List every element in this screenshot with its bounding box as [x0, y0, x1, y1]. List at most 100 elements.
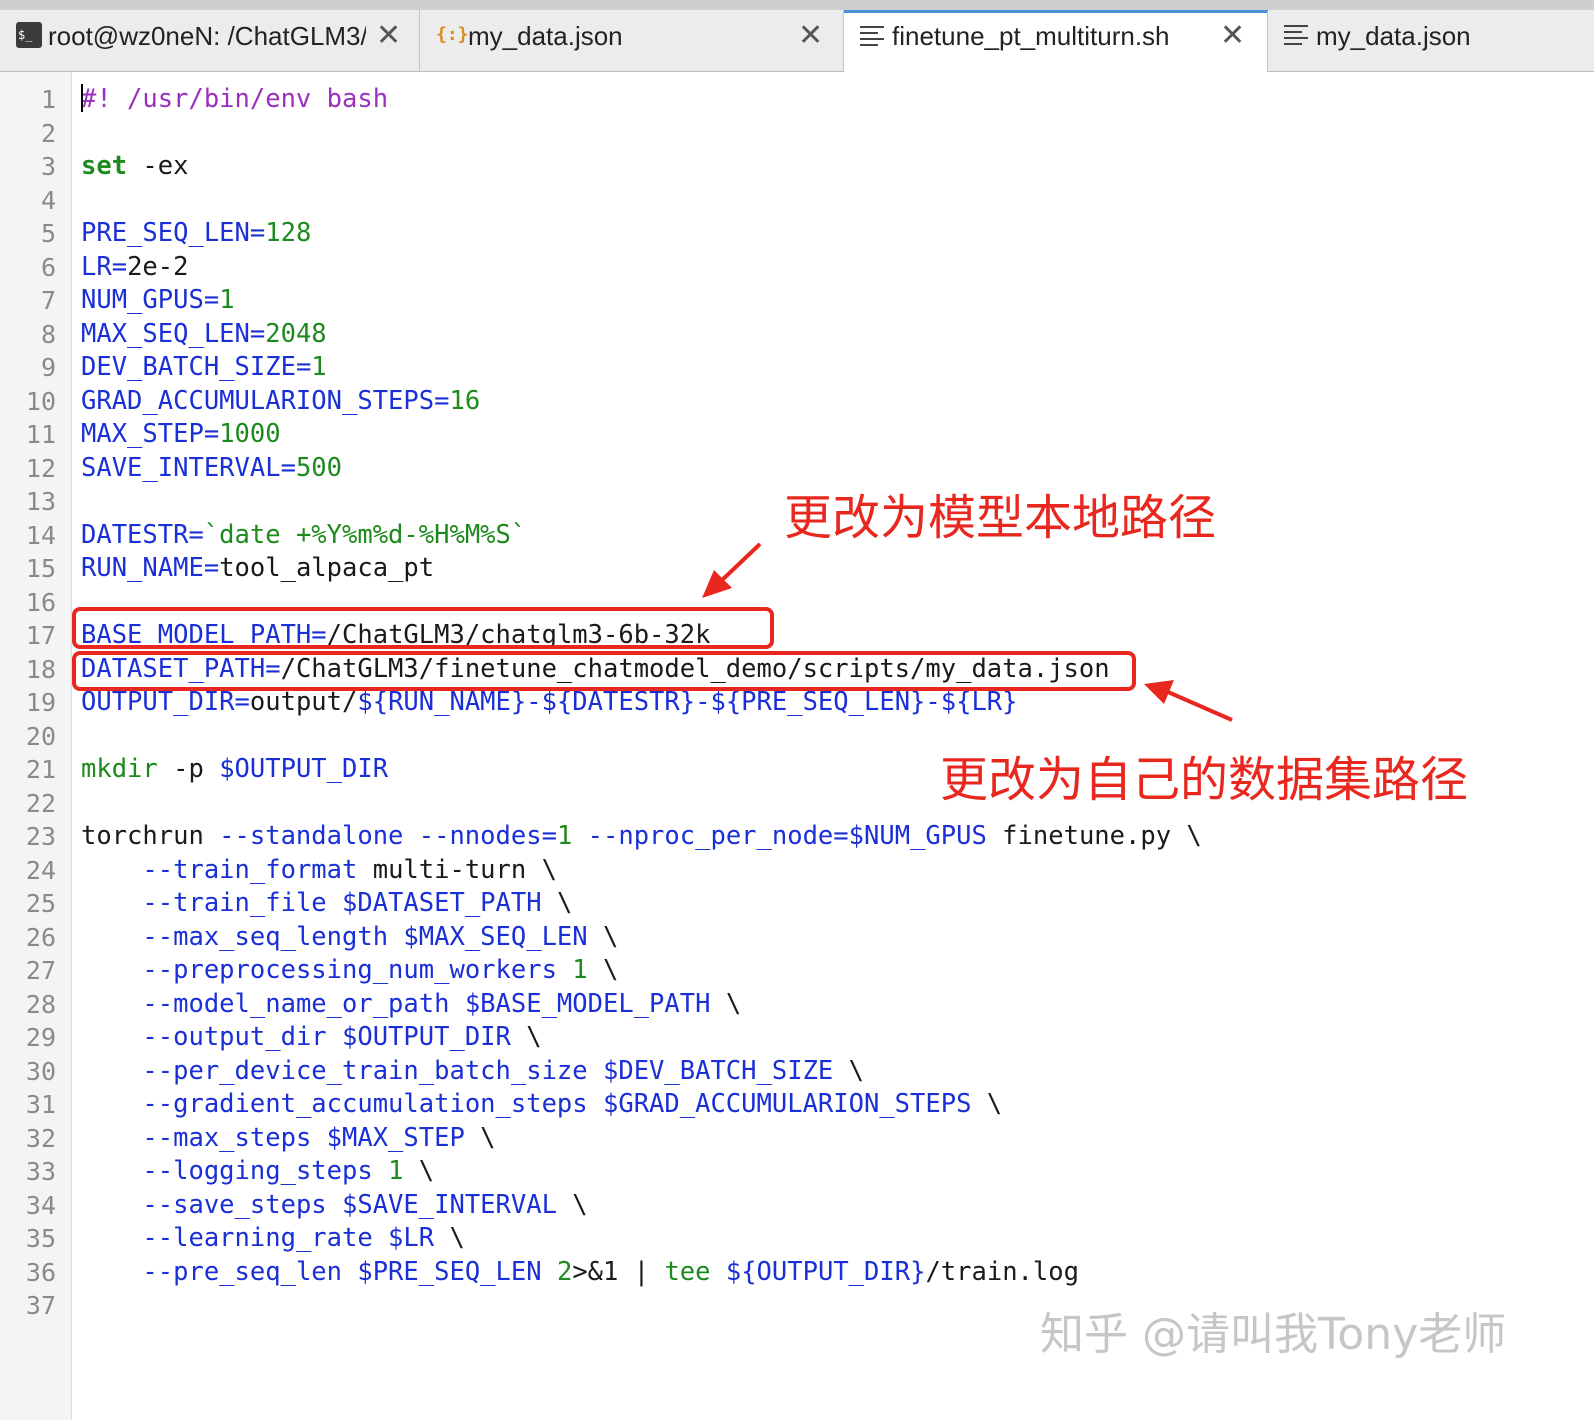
code-text[interactable]: PRE_SEQ_LEN=128 — [81, 217, 311, 251]
code-line[interactable]: 6 LR=2e-2 — [0, 251, 1594, 285]
code-text[interactable]: GRAD_ACCUMULARION_STEPS=16 — [81, 385, 480, 419]
code-token: OUTPUT_DIR — [81, 687, 235, 717]
code-token: = — [434, 385, 450, 416]
line-number: 26 — [25, 922, 56, 952]
code-text[interactable]: --model_name_or_path $BASE_MODEL_PATH \ — [81, 988, 741, 1022]
code-line[interactable]: 24 --train_format multi-turn \ — [0, 854, 1594, 888]
tab-my-data-json[interactable]: {:} my_data.json ✕ — [420, 10, 844, 71]
code-text[interactable]: DEV_BATCH_SIZE=1 — [81, 351, 327, 385]
code-line[interactable]: 2 — [0, 117, 1594, 151]
code-line[interactable]: 27 --preprocessing_num_workers 1 \ — [0, 954, 1594, 988]
line-number: 11 — [25, 420, 56, 449]
code-token: 2 — [541, 1256, 573, 1287]
line-number: 5 — [40, 219, 56, 248]
code-text[interactable]: set -ex — [81, 150, 188, 184]
code-line[interactable]: 5 PRE_SEQ_LEN=128 — [0, 217, 1594, 251]
tab-label: root@wz0neN: /ChatGLM3/ — [48, 21, 366, 51]
code-line[interactable]: 34 --save_steps $SAVE_INTERVAL \ — [0, 1189, 1594, 1223]
code-text[interactable]: mkdir -p $OUTPUT_DIR — [81, 753, 388, 787]
line-number: 21 — [25, 755, 56, 784]
code-text[interactable]: OUTPUT_DIR=output/${RUN_NAME}-${DATESTR}… — [81, 686, 1018, 720]
code-text[interactable]: --max_seq_length $MAX_SEQ_LEN \ — [81, 921, 618, 955]
code-token: = — [203, 553, 220, 583]
code-line[interactable]: 35 --learning_rate $LR \ — [0, 1222, 1594, 1256]
code-token: `date +%Y%m%d-%H%M%S` — [203, 519, 527, 550]
code-text[interactable]: --train_file $DATASET_PATH \ — [81, 887, 572, 921]
code-text[interactable]: --logging_steps 1 \ — [81, 1155, 434, 1189]
code-line[interactable]: 3 set -ex — [0, 150, 1594, 184]
code-line[interactable]: 30 --per_device_train_batch_size $DEV_BA… — [0, 1055, 1594, 1089]
code-text[interactable]: LR=2e-2 — [81, 251, 189, 285]
code-text[interactable]: NUM_GPUS=1 — [81, 284, 235, 318]
code-token: \ — [587, 921, 619, 952]
code-line[interactable]: 29 --output_dir $OUTPUT_DIR \ — [0, 1021, 1594, 1055]
code-text[interactable]: --save_steps $SAVE_INTERVAL \ — [81, 1189, 587, 1223]
tab-my-data-json-2[interactable]: my_data.json — [1268, 10, 1594, 71]
line-number: 9 — [40, 353, 56, 382]
line-number: 20 — [25, 721, 56, 751]
code-text[interactable]: --learning_rate $LR \ — [81, 1222, 464, 1256]
code-text[interactable]: DATESTR=`date +%Y%m%d-%H%M%S` — [81, 519, 526, 553]
code-text[interactable]: --gradient_accumulation_steps $GRAD_ACCU… — [81, 1088, 1002, 1122]
code-text[interactable]: --train_format multi-turn \ — [81, 854, 557, 888]
code-text[interactable]: MAX_SEQ_LEN=2048 — [81, 318, 327, 352]
line-number: 23 — [25, 822, 56, 851]
code-line[interactable]: 23 torchrun --standalone --nnodes=1 --npr… — [0, 820, 1594, 854]
code-line[interactable]: 11 MAX_STEP=1000 — [0, 418, 1594, 452]
code-token: 16 — [449, 385, 481, 416]
code-token: /train.log — [925, 1256, 1079, 1287]
code-token: SAVE_INTERVAL — [81, 452, 281, 483]
close-icon[interactable]: ✕ — [798, 18, 823, 53]
code-text[interactable]: --pre_seq_len $PRE_SEQ_LEN 2>&1 | tee ${… — [81, 1256, 1079, 1290]
code-text[interactable]: --preprocessing_num_workers 1 \ — [81, 954, 618, 988]
code-line[interactable]: 28 --model_name_or_path $BASE_MODEL_PATH… — [0, 988, 1594, 1022]
code-line[interactable]: 19 OUTPUT_DIR=output/${RUN_NAME}-${DATEST… — [0, 686, 1594, 720]
code-text[interactable]: RUN_NAME=tool_alpaca_pt — [81, 552, 434, 586]
code-token: #! /usr/bin/env bash — [81, 84, 389, 114]
code-line[interactable]: 8 MAX_SEQ_LEN=2048 — [0, 318, 1594, 352]
close-icon[interactable]: ✕ — [1220, 18, 1245, 53]
code-token: --standalone --nnodes — [219, 821, 542, 851]
code-token: --model_name_or_path $BASE_MODEL_PATH — [142, 988, 711, 1019]
code-line[interactable]: 36 --pre_seq_len $PRE_SEQ_LEN 2>&1 | tee… — [0, 1256, 1594, 1290]
line-number: 18 — [25, 654, 56, 684]
code-text[interactable]: --output_dir $OUTPUT_DIR \ — [81, 1021, 541, 1055]
tab-finetune-pt-multiturn[interactable]: finetune_pt_multiturn.sh ✕ — [844, 10, 1268, 72]
code-token: 1 — [311, 352, 327, 382]
line-number: 17 — [25, 621, 56, 650]
code-line[interactable]: 26 --max_seq_length $MAX_SEQ_LEN \ — [0, 921, 1594, 955]
line-number: 3 — [40, 152, 56, 181]
code-line[interactable]: 31 --gradient_accumulation_steps $GRAD_A… — [0, 1088, 1594, 1122]
code-token: 1 — [556, 955, 588, 985]
code-text[interactable]: torchrun --standalone --nnodes=1 --nproc… — [81, 820, 1202, 854]
code-text[interactable]: MAX_STEP=1000 — [81, 418, 281, 452]
code-token: output/ — [249, 687, 358, 717]
line-number: 7 — [40, 286, 56, 315]
code-token: multi-turn \ — [357, 854, 557, 885]
line-number: 15 — [25, 554, 56, 583]
tab-terminal[interactable]: $_ root@wz0neN: /ChatGLM3/ ✕ — [0, 10, 420, 71]
code-line[interactable]: 1 #! /usr/bin/env bash — [0, 83, 1594, 117]
code-text[interactable]: SAVE_INTERVAL=500 — [81, 452, 342, 486]
code-token: = — [203, 285, 220, 315]
code-text[interactable]: --per_device_train_batch_size $DEV_BATCH… — [81, 1055, 864, 1089]
code-token: 1 — [556, 821, 573, 851]
code-line[interactable]: 25 --train_file $DATASET_PATH \ — [0, 887, 1594, 921]
code-line[interactable]: 4 — [0, 184, 1594, 218]
code-line[interactable]: 9 DEV_BATCH_SIZE=1 — [0, 351, 1594, 385]
close-icon[interactable]: ✕ — [376, 18, 401, 53]
line-number: 37 — [25, 1291, 56, 1320]
code-line[interactable]: 32 --max_steps $MAX_STEP \ — [0, 1122, 1594, 1156]
code-line[interactable]: 10 GRAD_ACCUMULARION_STEPS=16 — [0, 385, 1594, 419]
line-number: 12 — [25, 453, 56, 483]
line-number: 2 — [40, 118, 56, 148]
code-text[interactable]: #! /usr/bin/env bash — [81, 83, 388, 117]
code-line[interactable]: 7 NUM_GPUS=1 — [0, 284, 1594, 318]
code-text[interactable]: --max_steps $MAX_STEP \ — [81, 1122, 495, 1156]
code-line[interactable]: 33 --logging_steps 1 \ — [0, 1155, 1594, 1189]
text-file-icon — [860, 23, 886, 49]
code-line[interactable]: 15 RUN_NAME=tool_alpaca_pt — [0, 552, 1594, 586]
